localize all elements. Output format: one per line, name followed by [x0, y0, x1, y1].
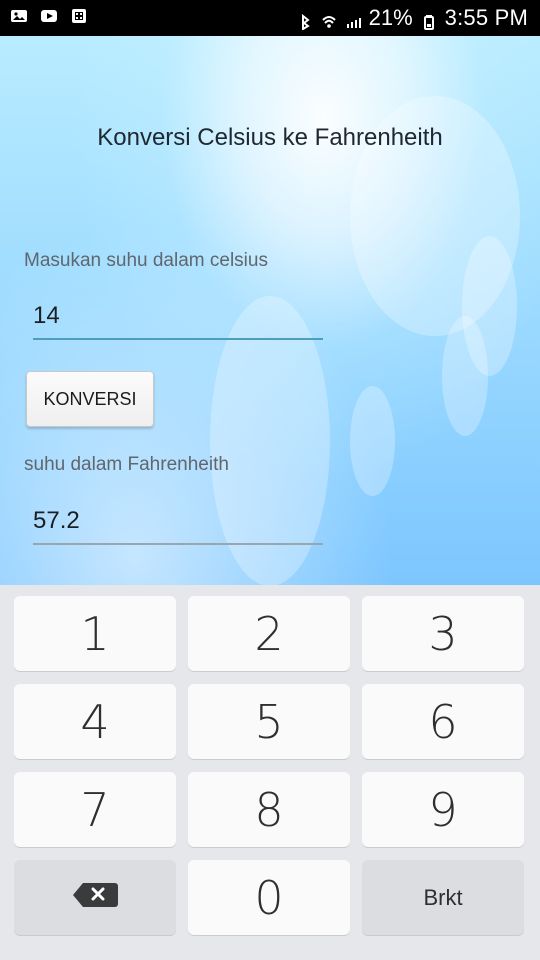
key-8-label: 8	[254, 782, 284, 837]
bluetooth-icon	[297, 10, 313, 31]
key-7[interactable]: 7	[14, 772, 176, 847]
backspace-icon	[71, 881, 119, 914]
page-title: Konversi Celsius ke Fahrenheith	[97, 124, 443, 151]
key-8[interactable]: 8	[188, 772, 350, 847]
battery-icon	[421, 10, 437, 30]
battery-percentage: 21%	[368, 5, 413, 30]
key-9[interactable]: 9	[362, 772, 524, 847]
signal-icon	[345, 10, 361, 28]
video-icon	[40, 7, 58, 25]
status-bar: 21% 3:55 PM	[0, 0, 540, 36]
fahrenheit-value: 57.2	[33, 507, 80, 534]
key-2-label: 2	[254, 606, 284, 661]
key-6-label: 6	[428, 694, 458, 749]
convert-button[interactable]: KONVERSI	[26, 371, 154, 427]
key-9-label: 9	[428, 782, 458, 837]
numeric-keyboard: 1 2 3 4 5 6 7 8 9 0 Brkt	[0, 585, 540, 960]
backspace-key[interactable]	[14, 860, 176, 935]
celsius-input-value: 14	[33, 302, 60, 329]
wifi-icon	[321, 10, 337, 28]
key-0-label: 0	[254, 870, 284, 925]
key-0[interactable]: 0	[188, 860, 350, 935]
status-time: 3:55 PM	[444, 5, 528, 30]
key-4[interactable]: 4	[14, 684, 176, 759]
background-bokeh	[442, 316, 488, 436]
fahrenheit-field: 57.2	[33, 503, 323, 545]
key-5-label: 5	[254, 694, 284, 749]
gallery-icon	[10, 7, 28, 25]
celsius-label: Masukan suhu dalam celsius	[24, 250, 268, 271]
status-right: 21% 3:55 PM	[297, 5, 528, 31]
key-1-label: 1	[80, 606, 110, 661]
status-left-icons	[10, 7, 88, 25]
key-7-label: 7	[80, 782, 110, 837]
celsius-input[interactable]: 14	[33, 298, 323, 340]
fahrenheit-label: suhu dalam Fahrenheith	[24, 454, 229, 475]
key-3[interactable]: 3	[362, 596, 524, 671]
key-5[interactable]: 5	[188, 684, 350, 759]
action-key-label: Brkt	[423, 884, 463, 910]
key-4-label: 4	[80, 694, 110, 749]
storage-icon	[70, 7, 88, 25]
background-bokeh	[350, 386, 395, 496]
app-screen: Konversi Celsius ke Fahrenheith Masukan …	[0, 36, 540, 585]
key-3-label: 3	[428, 606, 458, 661]
action-key[interactable]: Brkt	[362, 860, 524, 935]
key-2[interactable]: 2	[188, 596, 350, 671]
key-6[interactable]: 6	[362, 684, 524, 759]
key-1[interactable]: 1	[14, 596, 176, 671]
